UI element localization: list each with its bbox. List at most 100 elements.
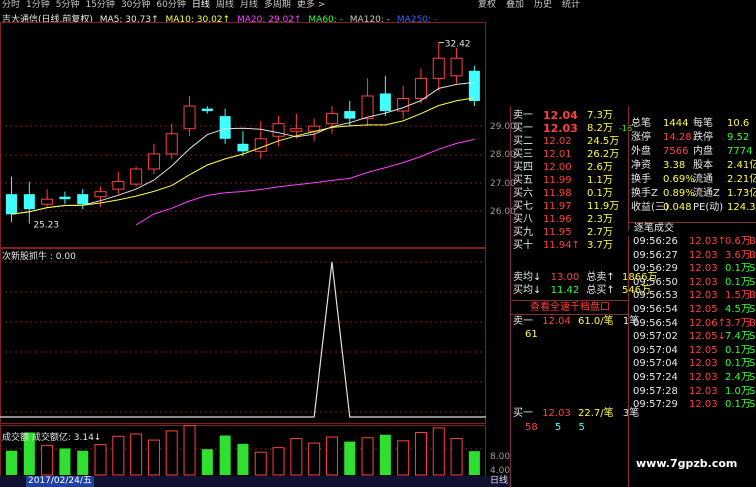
buy1-detail: 买一 12.03 22.7/笔 3笔 (513, 408, 639, 420)
volume-bar-4 (77, 450, 89, 475)
tick-f: B (749, 236, 756, 247)
volume-bar-13 (237, 443, 249, 475)
total-sell-label: 总卖↑ (586, 272, 615, 283)
tick-v: 3.6万 (725, 249, 751, 261)
tick-f: S (749, 276, 756, 288)
tick-p: 12.03 (689, 385, 718, 397)
book-row-3[interactable]: 买三 12.01 26.2万 (513, 149, 619, 161)
tick-v: 0.1万 (725, 344, 751, 356)
volume-bar-19 (344, 441, 356, 475)
low-price-label: 25.23 (33, 221, 59, 231)
volume-bar-12 (219, 435, 231, 475)
book-row-8[interactable]: 买八 11.96 2.3万 (513, 214, 613, 226)
tick-t: 09:56:26 (633, 236, 678, 247)
tick-v: 1.0万 (725, 385, 751, 397)
book-price: 11.94↑ (543, 240, 581, 251)
tick-p: 12.03 (689, 249, 718, 261)
book-row-0[interactable]: 卖一 12.04 7.3万 (513, 110, 613, 122)
stat-k2: 流通Z (693, 188, 720, 199)
book-price: 11.96 (543, 214, 572, 225)
volume-bar-24 (432, 427, 445, 476)
toolbar-btn-1[interactable]: 叠加 (506, 0, 524, 10)
stat-v2: 2.41亿 (727, 160, 756, 171)
stat-k2: 股本 (693, 160, 713, 171)
book-row-2[interactable]: 买二 12.02 24.5万 (513, 136, 619, 148)
kline-chart[interactable]: 32.42 25.23 (0, 22, 510, 480)
stat-v2: 9.52 (727, 132, 750, 143)
book-row-7[interactable]: 买七 11.97 11.9万 (513, 201, 619, 213)
book-volume: 24.5万 (587, 136, 620, 147)
toolbar-btn-3[interactable]: 统计 (562, 0, 580, 10)
period-tab-9[interactable]: 多周期 (264, 0, 291, 10)
book-row-6[interactable]: 买六 11.98 0.1万 (513, 188, 613, 200)
sell1-queue: 61 (525, 329, 538, 340)
toolbar-btn-0[interactable]: 复权 (478, 0, 496, 10)
avg-buy-price: 11.42 (550, 285, 580, 296)
period-tab-10[interactable]: 更多 > (297, 0, 325, 10)
book-row-1[interactable]: 买一 12.03 8.2万 -16 (513, 123, 632, 135)
volume-bar-7 (130, 433, 143, 476)
period-tab-4[interactable]: 30分钟 (121, 0, 150, 10)
tick-list[interactable]: 09:56:26 12.03↑ 0.6万 B 09:56:27 12.03 3.6万 B 09:… (628, 236, 756, 487)
toolbar-btn-2[interactable]: 历史 (534, 0, 552, 10)
candle-body-1 (23, 194, 35, 210)
volume-bar-9 (165, 430, 178, 476)
tick-t: 09:56:27 (633, 249, 678, 261)
candle-body-18 (325, 113, 338, 125)
tick-f: S (749, 399, 756, 411)
book-row-4[interactable]: 买四 12.00 2.6万 (513, 162, 613, 174)
tick-t: 09:57:29 (633, 399, 678, 411)
period-tab-2[interactable]: 5分钟 (56, 0, 80, 10)
volume-bar-22 (397, 440, 410, 476)
book-label: 买十 (513, 240, 533, 251)
book-price: 11.99 (543, 175, 572, 186)
candle-body-0 (6, 194, 18, 215)
stat-k: 总笔 (631, 118, 651, 129)
book-label: 买八 (513, 214, 533, 225)
candle-body-25 (450, 57, 463, 77)
book-row-9[interactable]: 买九 11.95 2.7万 (513, 227, 613, 239)
book-row-10[interactable]: 买十 11.94↑ 3.7万 (513, 240, 613, 252)
tick-t: 09:57:02 (633, 331, 678, 343)
period-tab-1[interactable]: 1分钟 (26, 0, 50, 10)
volume-bar-5 (94, 444, 107, 476)
buy1-detail-label: 买一 (513, 408, 533, 419)
book-volume: 8.2万 (587, 123, 613, 134)
tick-v: 2.4万 (725, 372, 751, 383)
candle-body-3 (59, 196, 71, 200)
period-tab-0[interactable]: 分时 (2, 0, 20, 10)
tab-daily[interactable]: 日线 (490, 476, 508, 487)
candle-body-7 (130, 168, 143, 185)
period-tab-7[interactable]: 周线 (216, 0, 234, 10)
book-row-5[interactable]: 买五 11.99 1.1万 (513, 175, 613, 187)
stat-v: 14.28 (663, 132, 692, 143)
volume-bar-25 (450, 438, 463, 476)
volume-bar-14 (254, 451, 267, 476)
volume-bar-8 (147, 439, 160, 476)
tick-f: S (749, 385, 756, 397)
period-tab-8[interactable]: 月线 (240, 0, 258, 10)
tick-p: 12.03 (689, 399, 718, 411)
book-price: 12.03 (543, 122, 578, 135)
cursor-date: 2017/02/24/五 (26, 476, 94, 487)
book-label: 买七 (513, 201, 533, 212)
stat-k: 外盘 (631, 146, 651, 157)
period-tab-6[interactable]: 日线 (192, 0, 210, 10)
tick-v: 4.5万 (725, 304, 751, 315)
tick-t: 09:57:04 (633, 358, 678, 370)
stats-panel: 总笔 1444 每笔 10.6 涨停 14.28 跌停 9.52 外盘 7566 内盘 7774 净资 3… (628, 106, 756, 231)
buy1-detail-price: 12.03 (542, 408, 571, 419)
stat-k: 换手 (631, 174, 651, 185)
book-price: 11.98 (543, 188, 572, 199)
tick-t: 09:56:54 (633, 304, 678, 315)
tick-f: B (749, 317, 756, 329)
full-depth-link[interactable]: 查看全速千档盘口 (511, 300, 629, 315)
period-tab-3[interactable]: 15分钟 (85, 0, 114, 10)
book-volume: 2.7万 (587, 227, 613, 238)
period-tab-5[interactable]: 60分钟 (156, 0, 185, 10)
tick-t: 09:57:28 (633, 385, 678, 397)
candle-body-6 (112, 181, 125, 190)
book-price: 12.01 (543, 149, 572, 160)
tick-p: 12.05 (689, 344, 718, 356)
total-buy-label: 总买↑ (586, 285, 615, 296)
